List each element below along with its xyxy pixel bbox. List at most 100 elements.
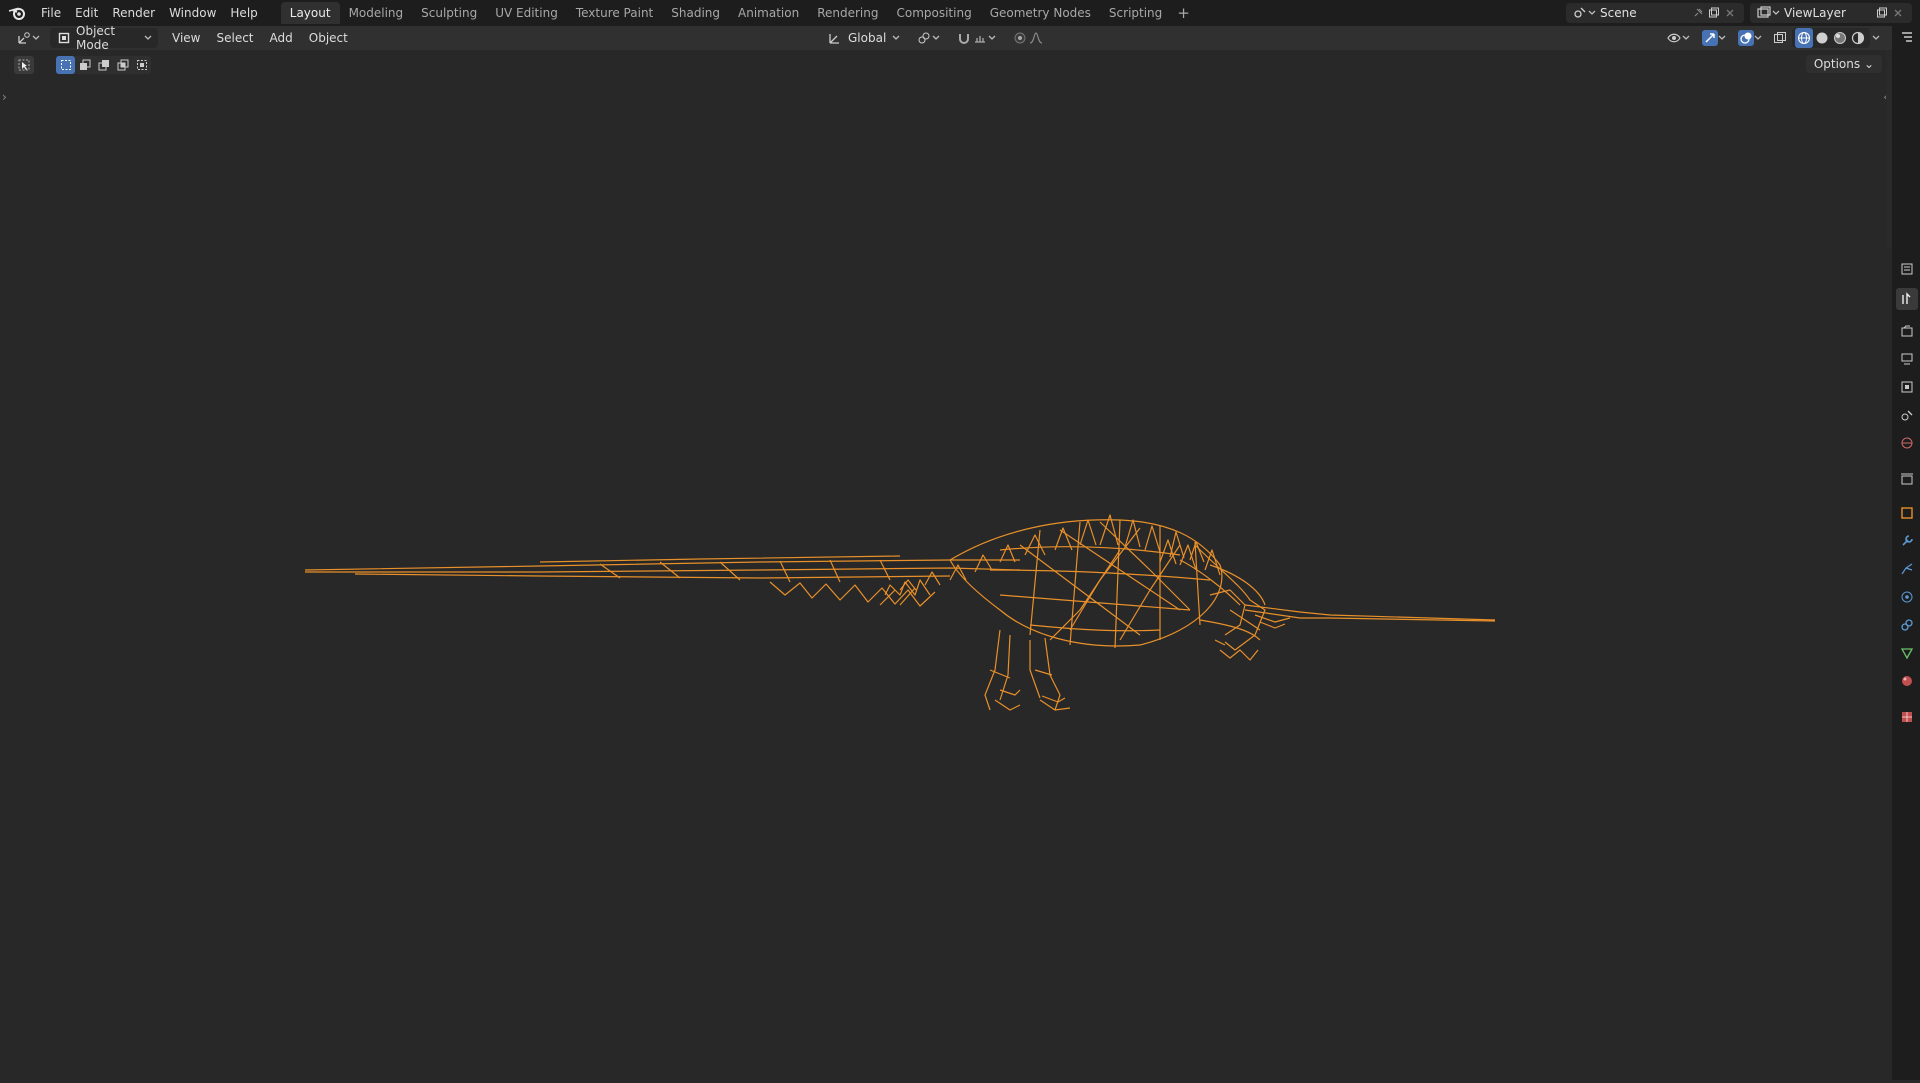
transform-orientation-dropdown[interactable]: Global [820, 28, 906, 48]
transform-controls: Global [820, 28, 1050, 48]
menu-edit[interactable]: Edit [68, 0, 105, 26]
solid-shading-icon[interactable] [1813, 28, 1831, 48]
top-bar: File Edit Render Window Help Layout Mode… [0, 0, 1920, 26]
3d-viewport[interactable] [0, 50, 1890, 1080]
tab-texture-paint[interactable]: Texture Paint [567, 2, 662, 24]
chevron-down-icon [1772, 5, 1780, 21]
chevron-down-icon [892, 30, 900, 46]
close-icon[interactable] [1722, 5, 1738, 21]
orientation-icon [826, 30, 842, 46]
material-icon[interactable] [1896, 670, 1918, 692]
properties-editor-icon[interactable] [1896, 258, 1918, 280]
add-workspace-button[interactable]: + [1171, 2, 1196, 24]
header-menu-object[interactable]: Object [301, 31, 356, 45]
tab-sculpting[interactable]: Sculpting [412, 2, 486, 24]
view-layer-icon [1756, 5, 1772, 21]
object-data-icon[interactable] [1896, 642, 1918, 664]
header-menu-add[interactable]: Add [262, 31, 301, 45]
transform-orientation-label: Global [848, 31, 887, 45]
object-properties-icon[interactable] [1896, 502, 1918, 524]
rendered-shading-icon[interactable] [1849, 28, 1867, 48]
chevron-down-icon [1588, 5, 1596, 21]
tab-rendering[interactable]: Rendering [808, 2, 887, 24]
tool-properties-icon[interactable] [1896, 288, 1918, 310]
scene-selector[interactable]: Scene [1566, 3, 1744, 23]
output-properties-icon[interactable] [1896, 348, 1918, 370]
texture-icon[interactable] [1896, 706, 1918, 728]
header-menu-select[interactable]: Select [208, 31, 261, 45]
gizmo-icon [1702, 30, 1718, 46]
new-scene-icon[interactable] [1706, 5, 1722, 21]
pivot-point-dropdown[interactable] [910, 28, 946, 48]
menu-file[interactable]: File [34, 0, 68, 26]
viewport-display-controls [1660, 28, 1882, 48]
material-preview-shading-icon[interactable] [1831, 28, 1849, 48]
xray-toggle-icon[interactable] [1772, 30, 1788, 46]
scene-selector-area: Scene ViewLayer [1560, 0, 1920, 26]
viewport-editor-icon [16, 30, 32, 46]
menu-window[interactable]: Window [162, 0, 223, 26]
menu-help[interactable]: Help [223, 0, 264, 26]
object-mode-label: Object Mode [76, 24, 116, 52]
close-icon[interactable] [1890, 5, 1906, 21]
tab-modeling[interactable]: Modeling [340, 2, 413, 24]
outliner-scrollbar[interactable] [1886, 50, 1892, 250]
tab-shading[interactable]: Shading [662, 2, 729, 24]
scene-properties-icon[interactable] [1896, 404, 1918, 426]
wireframe-shading-icon[interactable] [1795, 28, 1813, 48]
render-properties-icon[interactable] [1896, 320, 1918, 342]
falloff-curve-icon[interactable] [1028, 30, 1044, 46]
pin-icon[interactable] [1690, 5, 1706, 21]
tab-uv-editing[interactable]: UV Editing [486, 2, 567, 24]
overlays-toggle[interactable] [1732, 28, 1768, 48]
snap-controls[interactable] [950, 28, 1002, 48]
particles-icon[interactable] [1896, 558, 1918, 580]
header-menu-view[interactable]: View [164, 31, 208, 45]
outliner-editor-icon[interactable] [1896, 26, 1918, 48]
editor-type-button[interactable] [10, 28, 46, 48]
shading-mode-group [1792, 28, 1870, 48]
pivot-icon [916, 30, 932, 46]
gizmo-toggle[interactable] [1696, 28, 1732, 48]
tab-geometry-nodes[interactable]: Geometry Nodes [981, 2, 1100, 24]
magnet-icon[interactable] [956, 30, 972, 46]
chevron-down-icon [1682, 30, 1690, 46]
chevron-down-icon [932, 30, 940, 46]
view-layer-selector[interactable]: ViewLayer [1750, 3, 1912, 23]
chevron-down-icon [1754, 30, 1762, 46]
chevron-down-icon [1718, 30, 1726, 46]
constraints-icon[interactable] [1896, 614, 1918, 636]
viewport-header: Object Mode View Select Add Object Globa… [0, 24, 1892, 52]
chevron-down-icon [988, 30, 996, 46]
proportional-editing-icon[interactable] [1012, 30, 1028, 46]
world-properties-icon[interactable] [1896, 432, 1918, 454]
visibility-dropdown[interactable] [1660, 28, 1696, 48]
properties-tab-strip [1892, 26, 1920, 1080]
scene-icon [1572, 5, 1588, 21]
chevron-down-icon [144, 30, 152, 46]
object-mode-icon [56, 30, 72, 46]
toolbar-expand-arrow-icon[interactable]: › [2, 90, 7, 104]
menu-render[interactable]: Render [105, 0, 162, 26]
blender-logo-icon[interactable] [0, 0, 34, 26]
new-view-layer-icon[interactable] [1874, 5, 1890, 21]
tab-animation[interactable]: Animation [729, 2, 808, 24]
chevron-down-icon [32, 30, 40, 46]
wrench-icon[interactable] [1896, 530, 1918, 552]
tab-scripting[interactable]: Scripting [1100, 2, 1171, 24]
physics-icon[interactable] [1896, 586, 1918, 608]
overlays-icon [1738, 30, 1754, 46]
dragon-wireframe-lines [304, 514, 1496, 711]
dragon-wireframe-model[interactable] [0, 50, 1890, 1080]
tab-layout[interactable]: Layout [280, 2, 340, 24]
proportional-editing-controls[interactable] [1006, 28, 1050, 48]
chevron-down-icon[interactable] [1870, 30, 1882, 46]
view-layer-properties-icon[interactable] [1896, 376, 1918, 398]
workspace-tabs: Layout Modeling Sculpting UV Editing Tex… [280, 0, 1196, 26]
tab-compositing[interactable]: Compositing [887, 2, 980, 24]
object-mode-dropdown[interactable]: Object Mode [50, 24, 158, 52]
collection-properties-icon[interactable] [1896, 468, 1918, 490]
scene-name: Scene [1600, 6, 1637, 20]
eye-icon [1666, 30, 1682, 46]
snap-increment-icon[interactable] [972, 30, 988, 46]
